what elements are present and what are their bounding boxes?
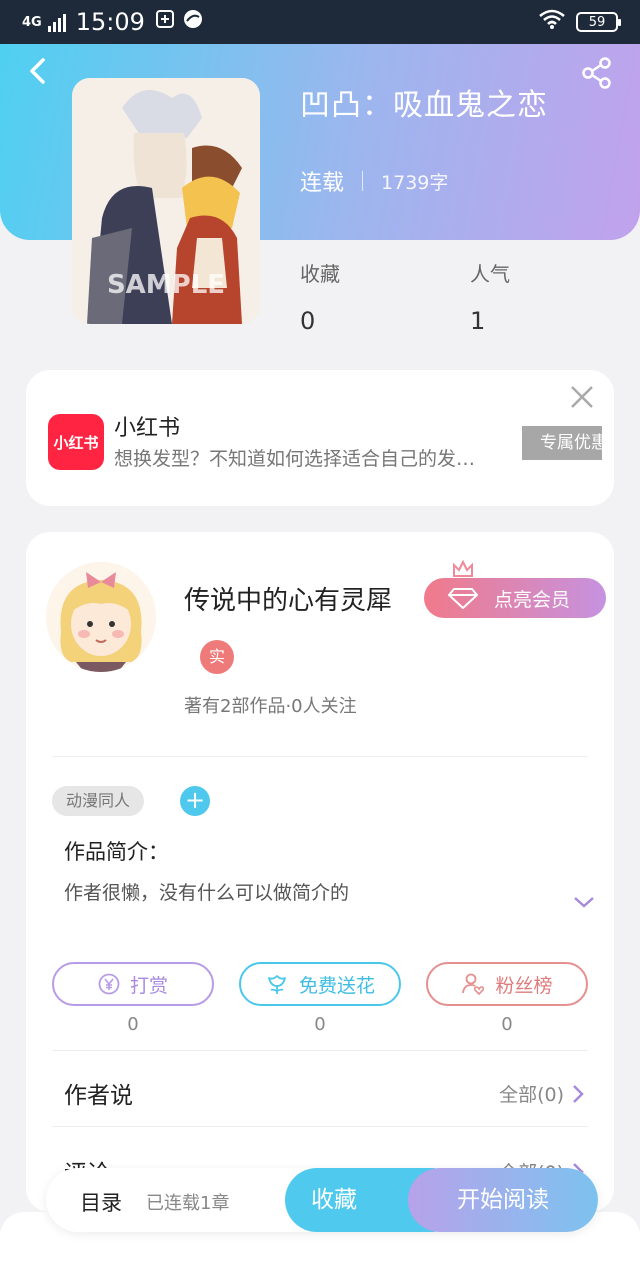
genre-tag[interactable]: 动漫同人 <box>52 786 145 816</box>
vip-button[interactable]: 点亮会员 <box>424 560 606 618</box>
crown-icon <box>453 560 473 577</box>
ad-banner[interactable]: 小红书 小红书 想换发型？不知道如何选择适合自己的发… 专属优惠 <box>26 370 614 506</box>
fan-ranking-button[interactable]: 粉丝榜 <box>426 962 588 1006</box>
book-title: 凹凸：吸血鬼之恋 <box>300 88 548 123</box>
author-says-label: 作者说 <box>64 1083 133 1109</box>
divider <box>362 171 364 191</box>
close-icon <box>571 386 593 408</box>
stat-favorites: 收藏 0 <box>300 258 340 335</box>
serial-status: 连载 <box>300 171 345 196</box>
cover-watermark: SAMPLE <box>107 270 225 300</box>
tip-label: 打赏 <box>129 974 168 997</box>
flower-label: 免费送花 <box>298 974 375 997</box>
stat-value: 1 <box>470 307 486 335</box>
diamond-icon <box>448 588 478 609</box>
chevron-right-icon <box>573 1084 584 1103</box>
stat-value: 0 <box>300 307 316 335</box>
author-says-more[interactable]: 全部(0) <box>499 1080 584 1107</box>
author-name[interactable]: 传说中的心有灵犀 <box>184 580 392 617</box>
intro-text: 作者很懒，没有什么可以做简介的 <box>64 882 350 904</box>
plus-icon: + <box>184 786 206 814</box>
ad-name: 小红书 <box>114 416 181 441</box>
chevron-down-icon <box>574 897 594 908</box>
stat-label: 收藏 <box>300 262 340 286</box>
flower-count: 0 <box>314 1014 326 1035</box>
book-meta: 连载 1739字 <box>300 165 448 197</box>
chapter-count: 已连载1章 <box>146 1193 230 1214</box>
start-reading-button[interactable]: 开始阅读 <box>408 1168 598 1232</box>
author-says-row[interactable]: 作者说 全部(0) <box>64 1072 584 1112</box>
tip-count: 0 <box>127 1014 139 1035</box>
app-status-icon <box>183 9 203 35</box>
add-tag-button[interactable]: + <box>180 786 210 816</box>
stat-popularity: 人气 1 <box>470 258 510 335</box>
battery-icon: 59 <box>576 12 621 32</box>
intro-heading: 作品简介： <box>64 840 169 864</box>
network-indicator: 4G <box>22 14 42 30</box>
author-says-count: 全部(0) <box>499 1084 564 1106</box>
ad-logo: 小红书 <box>48 414 104 470</box>
expand-intro-button[interactable] <box>572 894 596 914</box>
author-avatar[interactable] <box>46 562 156 672</box>
ad-description: 想换发型？不知道如何选择适合自己的发… <box>114 448 476 470</box>
chevron-left-icon <box>30 58 45 84</box>
book-cover[interactable]: SAMPLE <box>72 78 260 324</box>
author-card: 传说中的心有灵犀 点亮会员 实 著有2部作品·0人关注 动漫同人 + 作品简介：… <box>26 532 614 1212</box>
ad-promo-button[interactable]: 专属优惠 <box>522 426 602 460</box>
signal-icon <box>47 12 66 32</box>
back-button[interactable] <box>24 56 54 86</box>
tip-button[interactable]: 打赏 <box>52 962 214 1006</box>
clock: 15:09 <box>75 8 145 36</box>
ad-close-button[interactable] <box>569 384 595 410</box>
verified-badge: 实 <box>200 640 234 674</box>
fan-ranking-count: 0 <box>501 1014 513 1035</box>
divider <box>52 1126 588 1127</box>
divider <box>52 756 588 757</box>
share-icon <box>582 57 611 89</box>
author-works: 著有2部作品·0人关注 <box>184 696 357 717</box>
status-bar: 4G 15:09 59 <box>0 0 640 44</box>
toc-button[interactable]: 目录 <box>80 1187 122 1217</box>
yen-icon <box>98 973 120 995</box>
stat-label: 人气 <box>470 262 510 286</box>
send-flower-button[interactable]: 免费送花 <box>239 962 401 1006</box>
flower-icon <box>268 975 286 994</box>
share-button[interactable] <box>580 56 614 90</box>
fan-ranking-label: 粉丝榜 <box>495 974 553 997</box>
wifi-icon <box>538 8 566 36</box>
divider <box>52 1050 588 1051</box>
notification-icon <box>155 9 175 35</box>
bottom-action-bar: 目录 已连载1章 收藏 开始阅读 <box>46 1168 598 1232</box>
word-count: 1739字 <box>381 171 449 194</box>
user-heart-icon <box>462 973 485 996</box>
vip-label: 点亮会员 <box>494 588 571 611</box>
